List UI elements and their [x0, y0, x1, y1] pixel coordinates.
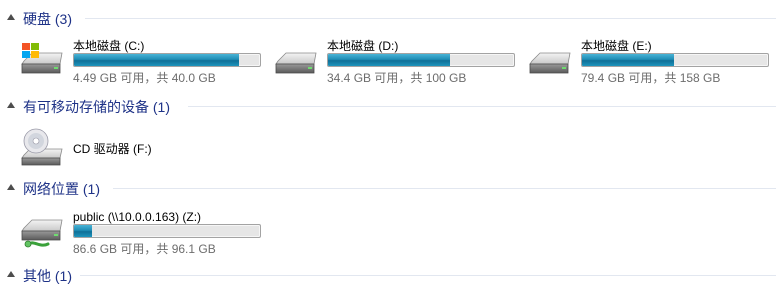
free-space-text: 34.4 GB 可用，共 100 GB — [327, 71, 467, 85]
group-title: 其他 (1) — [23, 268, 72, 284]
hard-drive-icon — [529, 52, 571, 74]
group-title: 网络位置 (1) — [23, 181, 100, 197]
group-title: 有可移动存储的设备 (1) — [23, 99, 170, 115]
free-space-text: 4.49 GB 可用，共 40.0 GB — [73, 71, 216, 85]
drive-item-d[interactable]: 本地磁盘 (D:) 34.4 GB 可用，共 100 GB — [272, 37, 517, 87]
collapse-arrow-icon[interactable] — [7, 271, 15, 277]
group-header-removable[interactable]: 有可移动存储的设备 (1) — [0, 96, 776, 116]
usage-bar — [327, 53, 515, 67]
drive-item-f[interactable]: CD 驱动器 (F:) — [18, 127, 218, 171]
group-header-network[interactable]: 网络位置 (1) — [0, 178, 776, 198]
group-divider — [188, 106, 776, 107]
drive-name: public (\\10.0.0.163) (Z:) — [73, 210, 202, 224]
usage-bar-fill — [328, 54, 451, 66]
collapse-arrow-icon[interactable] — [7, 184, 15, 190]
usage-bar — [581, 53, 769, 67]
windows-drive-icon — [21, 43, 63, 74]
usage-bar-fill — [74, 225, 93, 237]
collapse-arrow-icon[interactable] — [7, 102, 15, 108]
hard-drive-icon — [275, 52, 317, 74]
usage-bar — [73, 53, 261, 67]
group-title: 硬盘 (3) — [23, 11, 72, 27]
group-divider — [85, 18, 776, 19]
drive-name: 本地磁盘 (C:) — [73, 39, 145, 53]
drive-name: 本地磁盘 (D:) — [327, 39, 399, 53]
drive-item-z[interactable]: public (\\10.0.0.163) (Z:) 86.6 GB 可用，共 … — [18, 208, 263, 258]
usage-bar-fill — [74, 54, 240, 66]
free-space-text: 79.4 GB 可用，共 158 GB — [581, 71, 721, 85]
network-drive-icon — [21, 219, 63, 248]
group-divider — [113, 188, 776, 189]
drive-name: CD 驱动器 (F:) — [73, 142, 152, 156]
drive-item-e[interactable]: 本地磁盘 (E:) 79.4 GB 可用，共 158 GB — [526, 37, 771, 87]
cd-drive-icon — [21, 128, 63, 166]
drive-name: 本地磁盘 (E:) — [581, 39, 652, 53]
group-divider — [80, 275, 776, 276]
collapse-arrow-icon[interactable] — [7, 14, 15, 20]
free-space-text: 86.6 GB 可用，共 96.1 GB — [73, 242, 216, 256]
usage-bar-fill — [582, 54, 675, 66]
usage-bar — [73, 224, 261, 238]
drive-item-c[interactable]: 本地磁盘 (C:) 4.49 GB 可用，共 40.0 GB — [18, 37, 263, 87]
group-header-other[interactable]: 其他 (1) — [0, 265, 776, 285]
group-header-hard-drives[interactable]: 硬盘 (3) — [0, 8, 776, 28]
